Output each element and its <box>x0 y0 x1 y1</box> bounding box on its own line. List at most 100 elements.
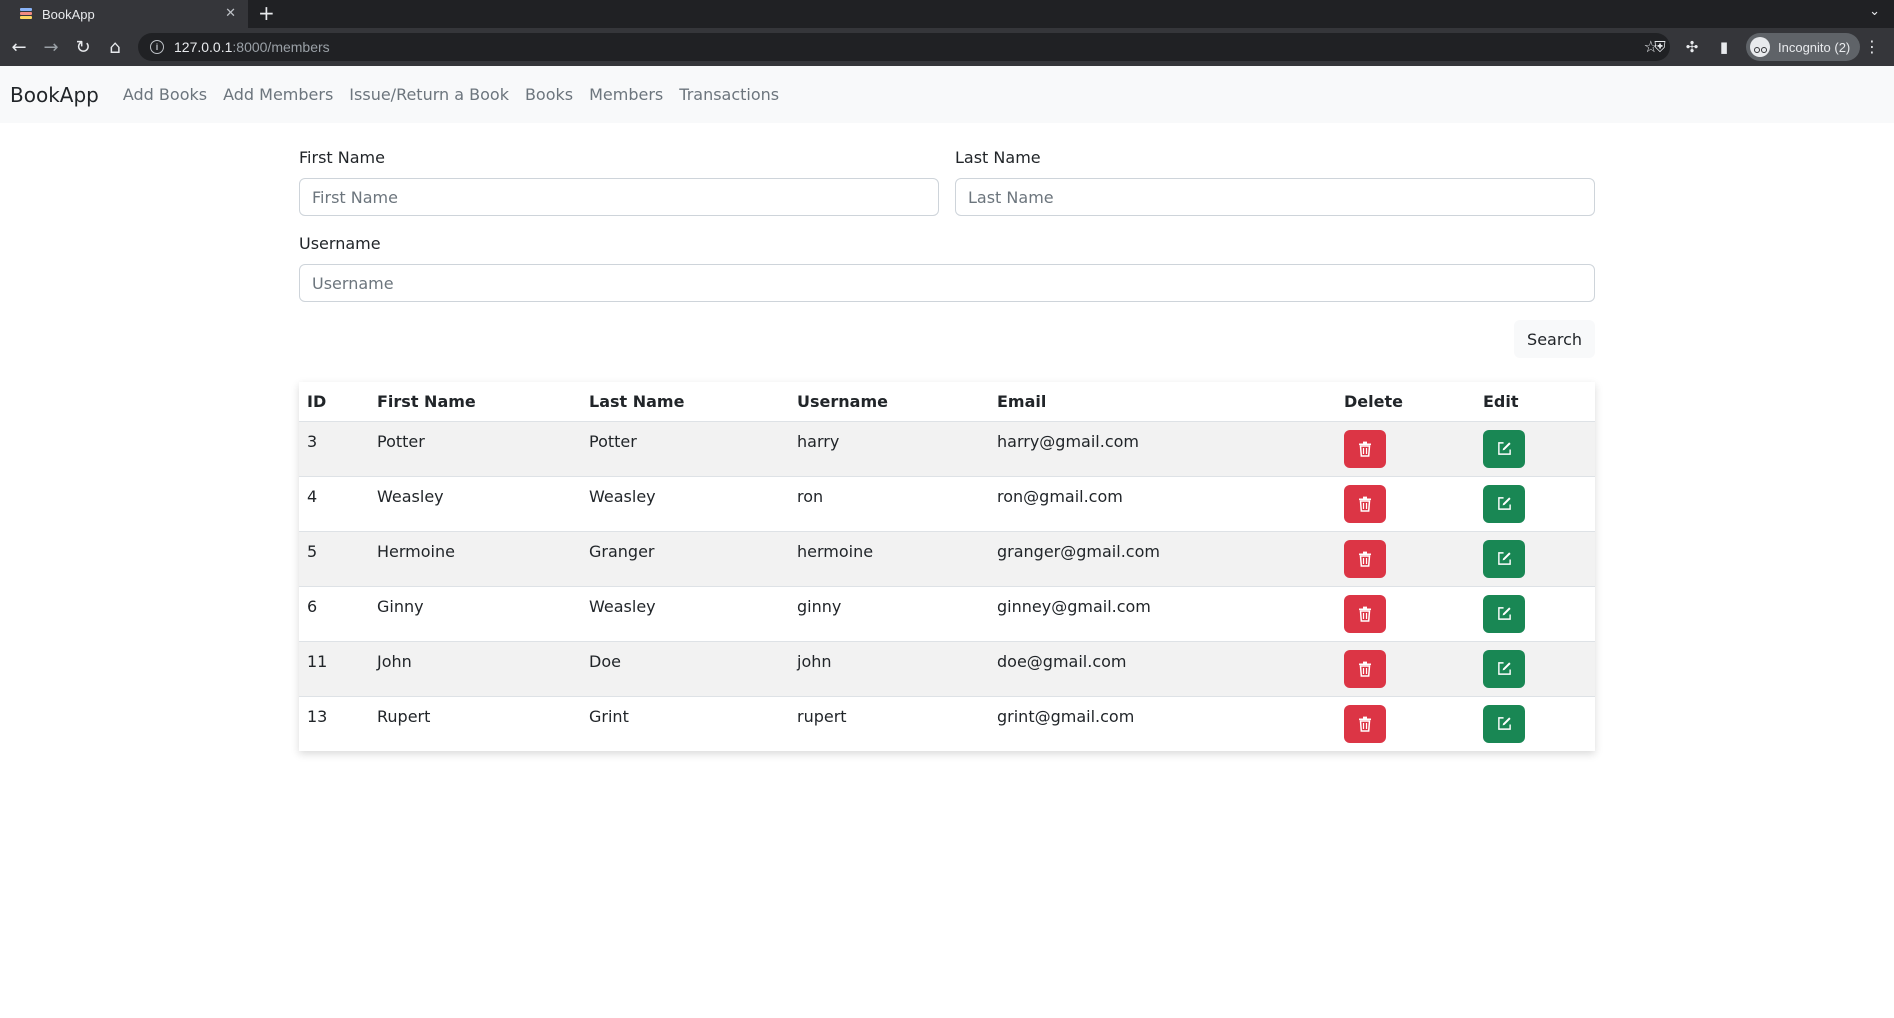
trash-icon <box>1359 716 1371 732</box>
edit-button[interactable] <box>1483 704 1525 743</box>
edit-button[interactable] <box>1483 539 1525 578</box>
delete-button[interactable] <box>1344 484 1386 523</box>
cell-email: harry@gmail.com <box>989 421 1336 477</box>
nav-link-members[interactable]: Members <box>589 85 663 104</box>
cell-first-name: John <box>369 641 581 697</box>
cell-last-name: Doe <box>581 641 789 697</box>
edit-button[interactable] <box>1483 429 1525 468</box>
reload-icon[interactable]: ↻ <box>72 36 94 58</box>
header-last-name: Last Name <box>581 382 789 422</box>
first-name-label: First Name <box>299 148 385 167</box>
last-name-input[interactable] <box>955 178 1595 216</box>
address-bar[interactable]: i 127.0.0.1:8000/members ☆ <box>138 33 1670 61</box>
pencil-square-icon <box>1497 442 1511 455</box>
table-row: 6 Ginny Weasley ginny ginney@gmail.com <box>299 586 1595 642</box>
side-panel-icon[interactable]: ▮ <box>1714 37 1734 57</box>
cell-email: ginney@gmail.com <box>989 586 1336 642</box>
search-button[interactable]: Search <box>1514 320 1595 358</box>
table-row: 3 Potter Potter harry harry@gmail.com <box>299 421 1595 477</box>
pencil-square-icon <box>1497 607 1511 620</box>
cell-delete <box>1336 641 1475 697</box>
incognito-profile-button[interactable]: Incognito (2) <box>1746 33 1861 61</box>
header-id: ID <box>299 382 369 422</box>
table-row: 11 John Doe john doe@gmail.com <box>299 641 1595 697</box>
trash-icon <box>1359 441 1371 457</box>
trash-icon <box>1359 496 1371 512</box>
site-info-icon[interactable]: i <box>150 40 164 54</box>
cell-id: 5 <box>299 531 369 587</box>
header-first-name: First Name <box>369 382 581 422</box>
puzzle-extensions-icon[interactable]: ✣ <box>1682 37 1702 57</box>
brand-link[interactable]: BookApp <box>10 83 99 107</box>
last-name-label: Last Name <box>955 148 1041 167</box>
incognito-icon <box>1750 37 1770 57</box>
cell-first-name: Ginny <box>369 586 581 642</box>
delete-button[interactable] <box>1344 539 1386 578</box>
nav-link-add-members[interactable]: Add Members <box>223 85 333 104</box>
back-arrow-icon[interactable]: ← <box>8 36 30 58</box>
cell-first-name: Weasley <box>369 476 581 532</box>
app-navbar: BookApp Add Books Add Members Issue/Retu… <box>0 66 1894 123</box>
cell-username: harry <box>789 421 989 477</box>
address-url: 127.0.0.1:8000/members <box>174 39 330 55</box>
cell-id: 4 <box>299 476 369 532</box>
cell-edit <box>1475 421 1595 477</box>
nav-link-add-books[interactable]: Add Books <box>123 85 207 104</box>
browser-menu-icon[interactable]: ⋮ <box>1864 37 1880 56</box>
delete-button[interactable] <box>1344 704 1386 743</box>
trash-icon <box>1359 661 1371 677</box>
pencil-square-icon <box>1497 662 1511 675</box>
edit-button[interactable] <box>1483 649 1525 688</box>
username-input[interactable] <box>299 264 1595 302</box>
header-edit: Edit <box>1475 382 1595 422</box>
new-tab-plus-icon[interactable]: + <box>258 2 275 24</box>
edit-button[interactable] <box>1483 484 1525 523</box>
trash-icon <box>1359 551 1371 567</box>
cell-first-name: Hermoine <box>369 531 581 587</box>
browser-toolbar: ← → ↻ ⌂ i 127.0.0.1:8000/members ☆ ⛨ ✣ ▮ <box>0 28 1894 66</box>
browser-tabstrip: BookApp ✕ + ⌄ <box>0 0 1894 28</box>
edit-button[interactable] <box>1483 594 1525 633</box>
cell-last-name: Weasley <box>581 476 789 532</box>
close-icon[interactable]: ✕ <box>225 6 236 21</box>
cell-last-name: Grint <box>589 706 629 726</box>
pencil-square-icon <box>1497 497 1511 510</box>
pencil-square-icon <box>1497 552 1511 565</box>
delete-button[interactable] <box>1344 429 1386 468</box>
cell-email: grint@gmail.com <box>997 706 1135 726</box>
cell-username: hermoine <box>789 531 989 587</box>
username-label: Username <box>299 234 381 253</box>
table-header-row: ID First Name Last Name Username Email D… <box>299 382 1595 422</box>
cell-username: ginny <box>789 586 989 642</box>
delete-button[interactable] <box>1344 649 1386 688</box>
shield-extension-icon[interactable]: ⛨ <box>1650 37 1670 57</box>
cell-delete <box>1336 586 1475 642</box>
forward-arrow-icon[interactable]: → <box>40 36 62 58</box>
cell-email: ron@gmail.com <box>989 476 1336 532</box>
cell-last-name: Granger <box>581 531 789 587</box>
book-stack-icon <box>20 8 32 20</box>
nav-link-transactions[interactable]: Transactions <box>679 85 779 104</box>
nav-link-issue-return[interactable]: Issue/Return a Book <box>349 85 509 104</box>
first-name-input[interactable] <box>299 178 939 216</box>
delete-button[interactable] <box>1344 594 1386 633</box>
cell-edit <box>1475 641 1595 697</box>
cell-edit <box>1475 531 1595 587</box>
cell-edit <box>1475 476 1595 532</box>
cell-id: 13 <box>307 706 328 726</box>
cell-delete <box>1336 421 1475 477</box>
cell-first-name: Rupert <box>377 706 431 726</box>
cell-edit <box>1475 586 1595 642</box>
table-row: 4 Weasley Weasley ron ron@gmail.com <box>299 476 1595 532</box>
browser-tab[interactable]: BookApp ✕ <box>0 0 248 28</box>
tab-search-chevron-icon[interactable]: ⌄ <box>1869 4 1880 19</box>
cell-email: granger@gmail.com <box>989 531 1336 587</box>
pencil-square-icon <box>1497 717 1511 730</box>
nav-link-books[interactable]: Books <box>525 85 573 104</box>
cell-edit <box>1475 696 1595 751</box>
cell-username: john <box>789 641 989 697</box>
home-icon[interactable]: ⌂ <box>104 36 126 58</box>
incognito-label: Incognito (2) <box>1778 39 1851 55</box>
cell-last-name: Potter <box>581 421 789 477</box>
cell-delete <box>1336 476 1475 532</box>
